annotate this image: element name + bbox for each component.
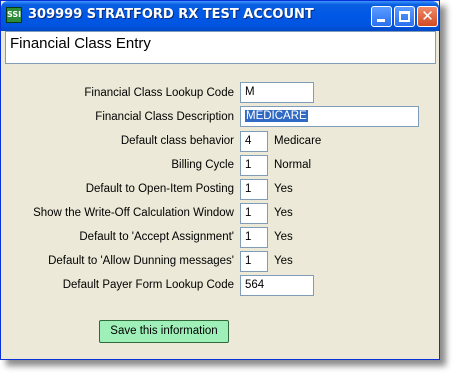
title-bar[interactable]: SSI 309999 STRATFORD RX TEST ACCOUNT ✕ (1, 1, 439, 31)
app-icon: SSI (6, 7, 22, 23)
open-item-label: Default to Open-Item Posting (85, 183, 234, 195)
open-item-value: 1 (245, 183, 252, 195)
window-title: 309999 STRATFORD RX TEST ACCOUNT (28, 7, 314, 22)
close-button[interactable]: ✕ (417, 6, 438, 27)
billing-cycle-value: 1 (245, 159, 252, 171)
description-value: MEDICARE (245, 110, 308, 122)
save-button[interactable]: Save this information (99, 320, 229, 343)
allow-dunning-value: 1 (245, 255, 252, 267)
default-behavior-meaning: Medicare (274, 135, 322, 147)
write-off-value: 1 (245, 207, 252, 219)
description-label: Financial Class Description (95, 111, 234, 123)
open-item-field[interactable]: 1 (240, 179, 268, 200)
description-field[interactable]: MEDICARE (240, 106, 419, 127)
maximize-icon (399, 11, 410, 22)
maximize-button[interactable] (394, 6, 415, 27)
accept-assignment-value: 1 (245, 231, 252, 243)
payer-form-field[interactable]: 564 (240, 275, 314, 296)
write-off-field[interactable]: 1 (240, 203, 268, 224)
header-panel: Financial Class Entry (5, 31, 436, 64)
minimize-button[interactable] (371, 6, 392, 27)
accept-assignment-meaning: Yes (274, 231, 293, 243)
default-behavior-label: Default class behavior (120, 135, 234, 147)
minimize-icon (377, 19, 385, 22)
billing-cycle-meaning: Normal (274, 159, 312, 171)
allow-dunning-field[interactable]: 1 (240, 251, 268, 272)
accept-assignment-field[interactable]: 1 (240, 227, 268, 248)
page-title: Financial Class Entry (10, 35, 151, 52)
close-icon: ✕ (421, 7, 434, 25)
payer-form-value: 564 (245, 279, 265, 291)
lookup-code-value: M (245, 86, 255, 98)
allow-dunning-meaning: Yes (274, 255, 293, 267)
billing-cycle-field[interactable]: 1 (240, 155, 268, 176)
default-behavior-value: 4 (245, 135, 252, 147)
lookup-code-label: Financial Class Lookup Code (84, 87, 234, 99)
accept-assignment-label: Default to 'Accept Assignment' (79, 231, 234, 243)
write-off-meaning: Yes (274, 207, 293, 219)
payer-form-label: Default Payer Form Lookup Code (62, 279, 234, 291)
lookup-code-field[interactable]: M (240, 82, 314, 103)
default-behavior-field[interactable]: 4 (240, 131, 268, 152)
dialog-window: SSI 309999 STRATFORD RX TEST ACCOUNT ✕ F… (0, 0, 440, 360)
write-off-label: Show the Write-Off Calculation Window (33, 207, 234, 219)
open-item-meaning: Yes (274, 183, 293, 195)
allow-dunning-label: Default to 'Allow Dunning messages' (48, 255, 234, 267)
billing-cycle-label: Billing Cycle (171, 159, 234, 171)
